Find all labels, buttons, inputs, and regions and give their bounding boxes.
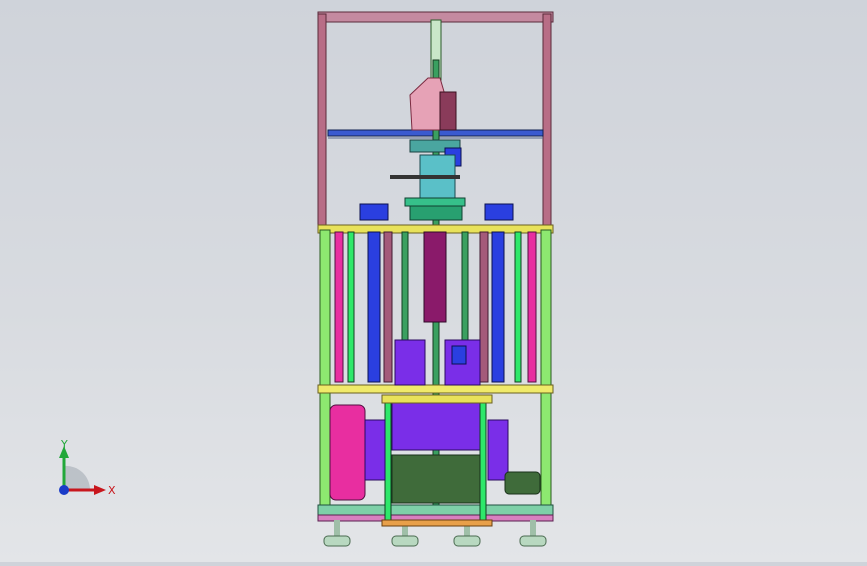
machine-assembly-drawing: [317, 11, 554, 547]
leveling-feet: [323, 519, 547, 547]
foot-4: [519, 520, 547, 547]
gripper-mechanism: [359, 139, 514, 221]
x-axis-label: X: [108, 484, 116, 497]
x-axis-arrowhead: [94, 485, 106, 495]
y-axis-label: Y: [60, 438, 68, 451]
coordinate-triad: Y X: [59, 438, 116, 497]
foot-1: [323, 520, 351, 547]
z-axis-origin: [59, 485, 69, 495]
cad-viewport[interactable]: Y X: [0, 0, 867, 562]
